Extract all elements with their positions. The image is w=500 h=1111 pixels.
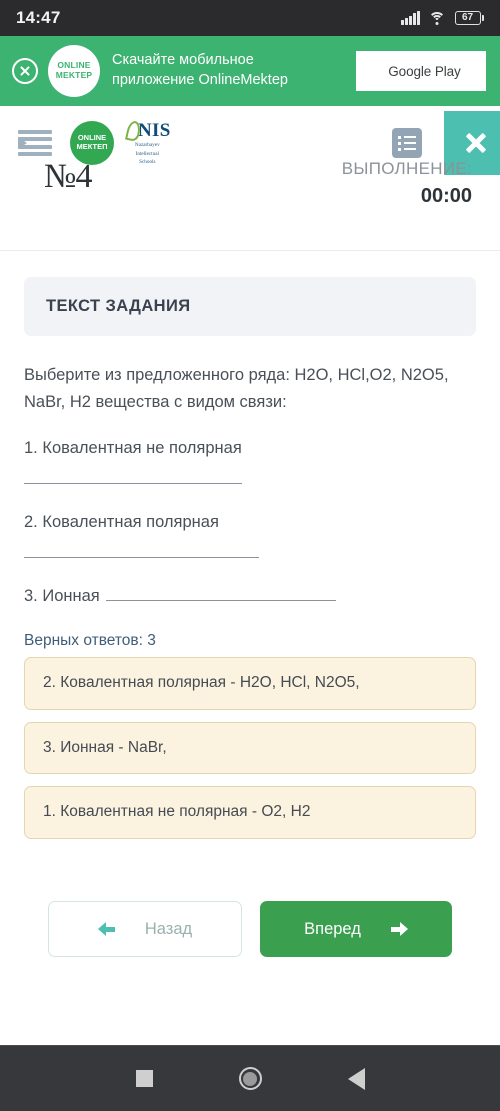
- task-band: ТЕКСТ ЗАДАНИЯ: [24, 277, 476, 336]
- promo-logo-line2: MEKTEP: [55, 70, 93, 80]
- app-header-bottom-row: №4 ВЫПОЛНЕНИЕ: 00:00: [0, 158, 500, 208]
- promo-text: Скачайте мобильное приложение OnlineMekt…: [110, 51, 346, 90]
- onlinemektep-promo-logo: ONLINE MEKTEP: [48, 45, 100, 97]
- navigation-buttons: Назад Вперед: [24, 901, 476, 958]
- status-bar: 14:47 67: [0, 0, 500, 36]
- battery-level: 67: [461, 12, 474, 23]
- back-button-label: Назад: [144, 919, 193, 938]
- phone-screen: 14:47 67 ONLINE MEKTEP Скачайте мобильно…: [0, 0, 500, 1111]
- google-play-label: Google Play: [388, 63, 461, 79]
- nis-logo-sub2: Intellectual: [135, 150, 159, 157]
- question-blank-3: [105, 585, 336, 601]
- app-header: ONLINE МЕКТЕП NIS Nazarbayev Intellectua…: [0, 106, 500, 251]
- status-time: 14:47: [16, 8, 61, 27]
- answers-list: 2. Ковалентная полярная - H2O, HCl, N2O5…: [24, 656, 476, 840]
- app-promo-banner: ONLINE MEKTEP Скачайте мобильное приложе…: [0, 36, 500, 106]
- om-logo-line2: МЕКТЕП: [76, 142, 108, 151]
- answer-option[interactable]: 3. Ионная - NaBr,: [24, 721, 476, 775]
- circle-home-icon[interactable]: [238, 1067, 262, 1090]
- battery-icon: 67: [454, 11, 484, 25]
- question-item-2: 2. Ковалентная полярная: [24, 509, 476, 536]
- triangle-back-icon[interactable]: [347, 1067, 365, 1090]
- question-item-2-label: 2. Ковалентная полярная: [24, 513, 219, 532]
- answer-option[interactable]: 2. Ковалентная полярная - H2O, HCl, N2O5…: [24, 656, 476, 710]
- next-button-label: Вперед: [304, 919, 361, 938]
- question-item-3: 3. Ионная: [24, 583, 476, 610]
- promo-text-line2: приложение OnlineMektep: [112, 72, 288, 88]
- timer: ВЫПОЛНЕНИЕ: 00:00: [341, 159, 476, 208]
- app-header-top-row: ONLINE МЕКТЕП NIS Nazarbayev Intellectua…: [0, 106, 500, 175]
- task-content: ТЕКСТ ЗАДАНИЯ Выберите из предложенного …: [0, 251, 500, 1045]
- task-band-title: ТЕКСТ ЗАДАНИЯ: [46, 297, 191, 315]
- correct-answers-count: Верных ответов: 3: [24, 631, 156, 649]
- arrow-left-icon: [98, 922, 115, 936]
- question-blank-1: [24, 462, 476, 489]
- wifi-icon: [428, 11, 446, 25]
- timer-label: ВЫПОЛНЕНИЕ:: [341, 159, 472, 178]
- question-item-3-label: 3. Ионная: [24, 586, 100, 605]
- list-view-icon[interactable]: [392, 128, 422, 158]
- question-item-1: 1. Ковалентная не полярная: [24, 435, 476, 462]
- hamburger-menu-icon[interactable]: [18, 130, 52, 156]
- promo-text-line1: Скачайте мобильное: [112, 52, 254, 69]
- question-item-1-label: 1. Ковалентная не полярная: [24, 439, 242, 458]
- arrow-right-icon: [390, 922, 408, 936]
- question-blank-2: [24, 536, 476, 563]
- nis-logo-text: NIS: [138, 119, 171, 141]
- nis-leaf-icon: [124, 121, 137, 141]
- question-number: №4: [44, 158, 92, 195]
- answer-option[interactable]: 1. Ковалентная не полярная - O2, H2: [24, 786, 476, 840]
- question-prompt: Выберите из предложенного ряда: H2O, HCl…: [24, 366, 449, 411]
- status-icons: 67: [401, 11, 484, 25]
- nis-logo-sub1: Nazarbayev: [134, 141, 160, 148]
- google-play-button[interactable]: Google Play: [356, 51, 486, 91]
- back-button[interactable]: Назад: [48, 901, 242, 958]
- close-circle-icon[interactable]: [12, 58, 38, 84]
- cellular-signal-icon: [401, 11, 420, 25]
- timer-value: 00:00: [420, 184, 472, 207]
- square-recents-icon[interactable]: [135, 1070, 153, 1087]
- next-button[interactable]: Вперед: [260, 901, 452, 958]
- android-navigation-bar: [0, 1045, 500, 1111]
